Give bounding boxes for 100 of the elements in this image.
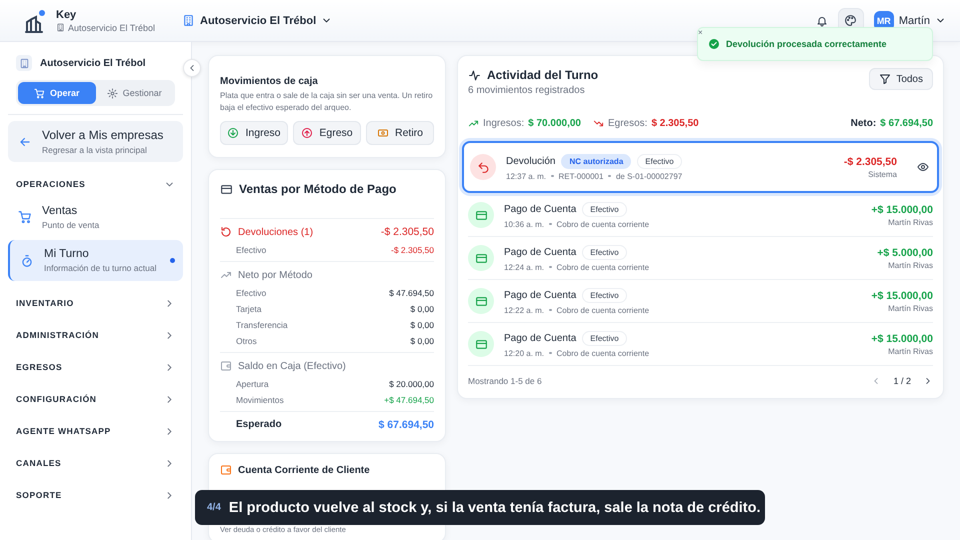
entry-detail: Cobro de cuenta corriente (556, 348, 650, 358)
entry-detail: Cobro de cuenta corriente (556, 262, 650, 272)
entry-author: Martín Rivas (887, 218, 933, 226)
activity-row[interactable]: Pago de Cuenta Efectivo 12:24 a. m. Cobro de cuenta corriente +$ 5.000,00 Martín Rivas (468, 237, 933, 280)
section-header[interactable]: INVENTARIO (8, 287, 183, 319)
cash-action-button[interactable]: Egreso (293, 121, 361, 146)
eye-icon (917, 161, 929, 173)
expense-amount: $ 2.305,50 (651, 118, 699, 129)
entry-tag: Efectivo (637, 154, 682, 168)
bell-icon (816, 14, 828, 26)
credit-card-icon (474, 338, 488, 350)
entry-title: Devolución (506, 156, 556, 166)
entry-tag: NC autorizada (561, 154, 632, 168)
row-label: Tarjeta (236, 304, 262, 314)
cash-action-button[interactable]: Ingreso (220, 121, 288, 146)
row-label: Efectivo (236, 288, 266, 298)
entry-amount: +$ 5.000,00 (877, 246, 933, 258)
group-label: Saldo en Caja (Efectivo) (238, 360, 346, 372)
brand-subtitle: Autoservicio El Trébol (68, 22, 156, 32)
store-name: Autoservicio El Trébol (40, 58, 146, 68)
card-title: Actividad del Turno (487, 68, 598, 82)
rotate-icon (220, 226, 232, 238)
section-header[interactable]: ADMINISTRACIÓN (8, 319, 183, 351)
view-button[interactable] (917, 161, 929, 173)
activity-row[interactable]: Pago de Cuenta Efectivo 10:36 a. m. Cobro de cuenta corriente +$ 15.000,00 Martín Rivas (468, 194, 933, 237)
pulse-icon (468, 68, 481, 82)
entry-tag: Efectivo (582, 288, 627, 302)
entry-detail: 12:24 a. m. (504, 262, 544, 272)
trend-down-icon (592, 118, 604, 129)
row-amount: +$ 47.694,50 (384, 395, 434, 406)
row-amount: $ 47.694,50 (389, 288, 434, 298)
nav-item[interactable]: Ventas Punto de venta (8, 200, 183, 234)
mode-tab[interactable]: Gestionar (96, 82, 173, 104)
section-header[interactable]: CONFIGURACIÓN (8, 383, 183, 415)
section-header[interactable]: EGRESOS (8, 351, 183, 383)
activity-row[interactable]: Pago de Cuenta Efectivo 12:22 a. m. Cobro de cuenta corriente +$ 15.000,00 Martín Rivas (468, 280, 933, 323)
logo-icon (24, 8, 46, 32)
entry-detail: de S-01-00002797 (616, 172, 682, 180)
credit-card-icon (474, 208, 488, 222)
store-selector[interactable]: Autoservicio El Trébol (182, 14, 332, 27)
card-title: Movimientos de caja (220, 76, 319, 87)
palette-icon (844, 14, 858, 27)
entry-title: Pago de Cuenta (504, 246, 576, 258)
row-amount: -$ 2.305,50 (390, 245, 434, 256)
entry-author: Martín Rivas (887, 304, 933, 312)
entry-detail: Cobro de cuenta corriente (556, 306, 650, 314)
activity-row[interactable]: Pago de Cuenta Efectivo 12:20 a. m. Cobro de cuenta corriente +$ 15.000,00 Martín Rivas (468, 323, 933, 366)
entry-amount: -$ 2.305,50 (844, 156, 897, 168)
section-header[interactable]: OPERACIONES (8, 168, 183, 200)
credit-card-icon (474, 252, 488, 264)
row-amount: $ 0,00 (410, 320, 434, 330)
nav-item[interactable]: Mi Turno Información de tu turno actual (8, 240, 183, 281)
notifications-button[interactable] (816, 14, 828, 26)
entry-amount: +$ 15.000,00 (871, 290, 933, 302)
gear-icon (106, 88, 118, 98)
arrow-down-circle-icon (227, 127, 240, 140)
section-header[interactable]: SOPORTE (8, 479, 183, 511)
cash-action-button[interactable]: Retiro (366, 121, 434, 146)
expense-label: Egresos: (608, 118, 648, 129)
check-circle-icon (708, 38, 720, 50)
cart-icon (34, 88, 45, 98)
building-icon (16, 55, 32, 71)
entry-detail: 12:20 a. m. (504, 348, 544, 358)
building-icon (182, 14, 195, 27)
section-header[interactable]: AGENTE WHATSAPP (8, 415, 183, 447)
card-subtitle: 6 movimientos registrados (468, 85, 586, 96)
undo-arrow-icon (476, 160, 490, 174)
net-label: Neto: (850, 118, 876, 129)
row-amount: $ 0,00 (410, 336, 434, 346)
row-label: Otros (236, 336, 257, 346)
entry-title: Pago de Cuenta (504, 204, 576, 214)
entry-tag: Efectivo (582, 244, 627, 260)
row-amount: $ 20.000,00 (389, 379, 434, 390)
section-header[interactable]: CANALES (8, 447, 183, 479)
filter-button[interactable]: Todos (869, 68, 933, 90)
caption-text: El producto vuelve al stock y, si la venta tenía factura, sale la nota de crédito. (228, 500, 760, 516)
entry-amount: +$ 15.000,00 (871, 204, 933, 216)
arrow-up-circle-icon (301, 127, 314, 140)
row-label: Apertura (236, 379, 269, 390)
entry-detail: 12:37 a. m. (506, 172, 546, 180)
entry-detail: Cobro de cuenta corriente (556, 220, 650, 228)
pagination-summary: Mostrando 1-5 de 6 (468, 376, 542, 386)
entry-title: Pago de Cuenta (504, 290, 576, 300)
credit-card-icon (474, 294, 488, 308)
card-title: Cuenta Corriente de Cliente (238, 464, 370, 476)
card-description: Plata que entra o sale de la caja sin ser una venta. Un retiro baja el efectivo esperado del arqueo. (220, 90, 434, 114)
mode-tab[interactable]: Operar (18, 82, 96, 104)
group-label: Neto por Método (238, 270, 312, 281)
entry-detail: 10:36 a. m. (504, 220, 544, 228)
wallet-icon (220, 360, 232, 372)
row-label: Efectivo (236, 245, 266, 256)
activity-row[interactable]: Devolución NC autorizada Efectivo 12:37 a. m. RET-000001 de S-01-00002797 -$ 2.305,50 Sistema (462, 141, 939, 193)
entry-detail: RET-000001 (558, 172, 604, 180)
row-amount: $ 0,00 (410, 304, 434, 314)
banknote-icon (376, 127, 389, 140)
back-link[interactable]: Volver a Mis empresas Regresar a la vista principal (8, 121, 183, 162)
group-label: Devoluciones (1) (238, 226, 314, 238)
credit-card-icon (220, 182, 233, 196)
close-button[interactable]: × (698, 29, 703, 37)
filter-icon (879, 73, 892, 85)
